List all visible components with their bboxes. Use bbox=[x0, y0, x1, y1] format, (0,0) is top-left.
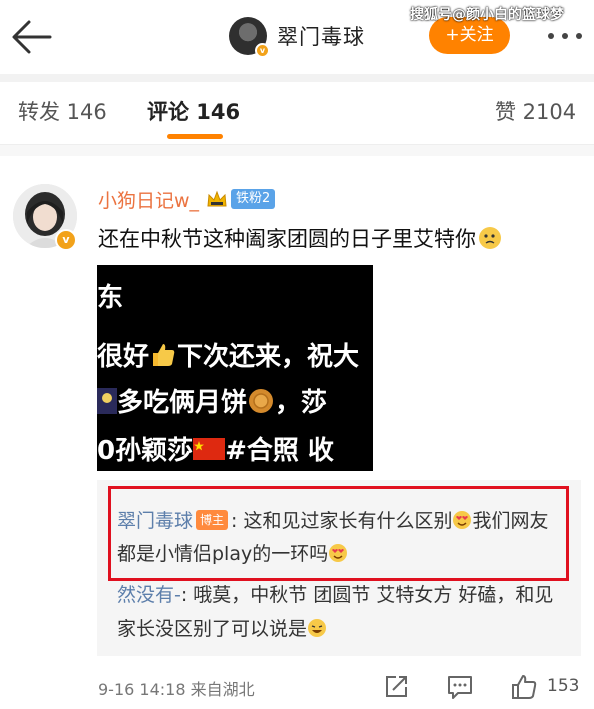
active-tab-indicator bbox=[167, 134, 223, 139]
laughing-emoji-icon bbox=[308, 619, 327, 637]
comment-icon[interactable] bbox=[446, 673, 474, 701]
comment-text: 还在中秋节这种阖家团圆的日子里艾特你 bbox=[98, 223, 502, 253]
thumbs-up-emoji-icon bbox=[153, 343, 175, 366]
like-thumb-icon[interactable] bbox=[510, 673, 538, 701]
image-text-line: 多吃俩月饼 ，莎 bbox=[97, 382, 327, 419]
timestamp-location: 9-16 14:18 来自湖北 bbox=[98, 680, 255, 699]
top-nav-bar: v 翠门毒球 +关注 搜狐号@颜小白的篮球梦 bbox=[0, 0, 594, 74]
post-author[interactable]: v 翠门毒球 bbox=[229, 16, 365, 58]
reply-author[interactable]: 然没有- bbox=[117, 584, 181, 606]
fan-level-badge: 铁粉2 bbox=[231, 189, 276, 209]
comment-body: 还在中秋节这种阖家团圆的日子里艾特你 bbox=[98, 227, 476, 251]
reply-item[interactable]: 然没有-: 哦莫，中秋节 团圆节 艾特女方 好磕，和见家长没区别了可以说是 bbox=[117, 578, 557, 646]
tab-like[interactable]: 赞 2104 bbox=[495, 96, 576, 126]
tab-bar: 转发 146 评论 146 赞 2104 bbox=[0, 82, 594, 144]
divider bbox=[0, 74, 594, 82]
attached-image[interactable]: 东 很好 下次还来，祝大 多吃俩月饼 ，莎 0孙颖莎 #合照 收 bbox=[97, 265, 373, 471]
author-avatar[interactable]: v bbox=[229, 17, 270, 58]
tab-repost[interactable]: 转发 146 bbox=[18, 96, 107, 126]
divider bbox=[0, 144, 594, 156]
red-highlight-box bbox=[108, 486, 569, 581]
image-text-line: 东 bbox=[97, 283, 124, 313]
watermark-text: 搜狐号@颜小白的篮球梦 bbox=[410, 7, 564, 23]
comment-footer: 9-16 14:18 来自湖北 153 bbox=[0, 670, 594, 706]
more-icon[interactable] bbox=[545, 26, 585, 46]
moon-emoji-icon bbox=[97, 387, 117, 414]
back-arrow-icon[interactable] bbox=[10, 18, 52, 56]
tab-comment[interactable]: 评论 146 bbox=[147, 96, 240, 126]
mooncake-emoji-icon bbox=[249, 388, 274, 413]
commenter-name[interactable]: 小狗日记w_ bbox=[98, 186, 199, 213]
share-icon[interactable] bbox=[382, 673, 410, 701]
thinking-face-emoji-icon bbox=[479, 227, 501, 249]
verified-badge-icon: v bbox=[55, 229, 77, 251]
image-text-line: 0孙颖莎 #合照 收 bbox=[97, 436, 334, 466]
author-name[interactable]: 翠门毒球 bbox=[277, 21, 365, 51]
verified-badge-icon: v bbox=[255, 43, 270, 58]
like-count: 153 bbox=[547, 676, 580, 696]
reply-text: : 哦莫，中秋节 团圆节 艾特女方 好磕，和见家长没区别了可以说是 bbox=[117, 584, 554, 640]
commenter-header: 小狗日记w_ 铁粉2 bbox=[98, 184, 276, 214]
china-flag-emoji-icon bbox=[193, 437, 226, 460]
image-text-line: 很好 下次还来，祝大 bbox=[97, 342, 360, 372]
crown-icon bbox=[207, 190, 227, 207]
